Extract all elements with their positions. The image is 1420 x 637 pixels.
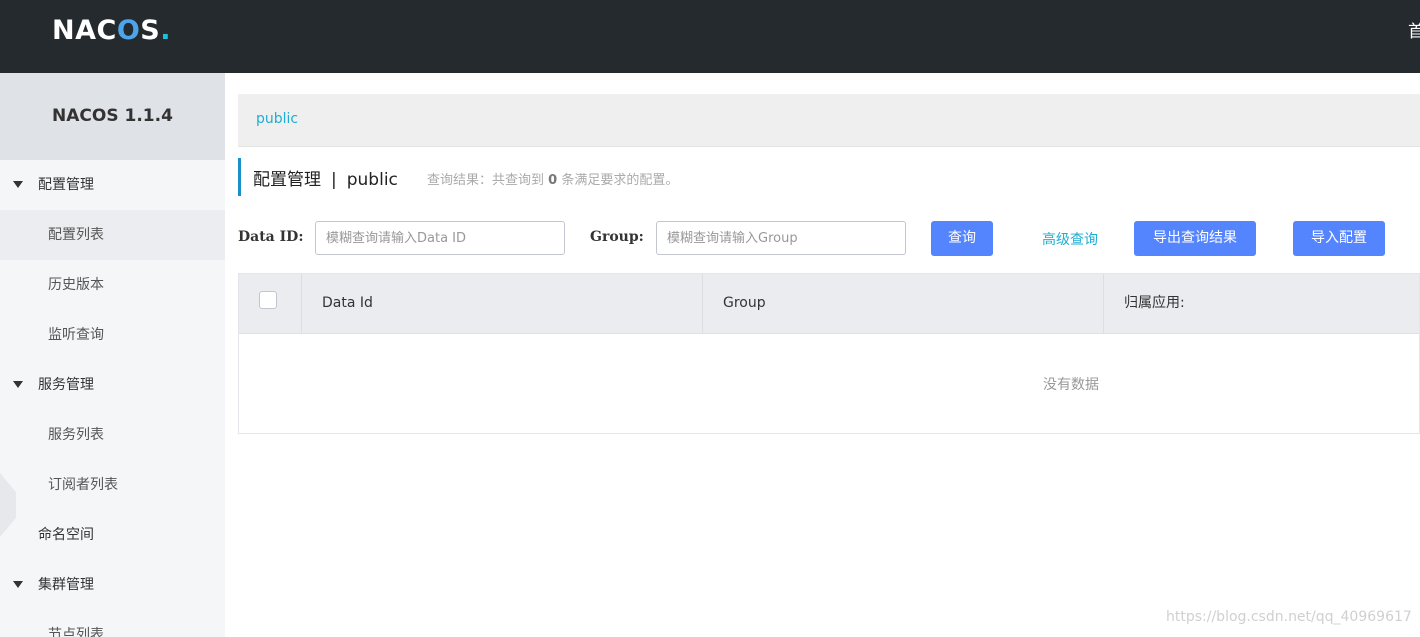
sidebar-item-service-list[interactable]: 服务列表	[0, 410, 225, 460]
caret-down-icon	[13, 381, 23, 388]
page-title-row: 配置管理 | public 查询结果：共查询到 0 条满足要求的配置。	[238, 158, 1420, 196]
sidebar-item-config-list[interactable]: 配置列表	[0, 210, 225, 260]
table-header: Data Id Group 归属应用:	[239, 274, 1419, 334]
select-all-cell	[239, 274, 302, 333]
menu-group-service[interactable]: 服务管理	[0, 360, 225, 410]
sidebar-item-history[interactable]: 历史版本	[0, 260, 225, 310]
sidebar-item-namespace[interactable]: 命名空间	[0, 510, 225, 560]
config-table: Data Id Group 归属应用: 没有数据	[238, 273, 1420, 434]
menu-group-label: 集群管理	[38, 577, 94, 593]
sidebar: NACOS 1.1.4 配置管理 配置列表 历史版本 监听查询 服务管理 服务列…	[0, 73, 225, 637]
logo-text-na: NA	[52, 15, 97, 46]
result-suffix: 条满足要求的配置。	[561, 173, 679, 188]
empty-text: 没有数据	[1043, 377, 1099, 393]
search-form: Data ID: Group: 查询 高级查询 导出查询结果 导入配置	[238, 221, 1420, 256]
menu-group-cluster[interactable]: 集群管理	[0, 560, 225, 610]
column-header-data-id: Data Id	[302, 274, 703, 333]
menu-group-label: 服务管理	[38, 377, 94, 393]
sidebar-item-subscriber-list[interactable]: 订阅者列表	[0, 460, 225, 510]
watermark: https://blog.csdn.net/qq_40969617	[1166, 609, 1412, 625]
import-button[interactable]: 导入配置	[1293, 221, 1385, 256]
export-button[interactable]: 导出查询结果	[1134, 221, 1256, 256]
namespace-bar: public	[238, 94, 1420, 147]
logo-text-c: C	[96, 15, 117, 46]
query-button[interactable]: 查询	[931, 221, 993, 256]
query-result-summary: 查询结果：共查询到 0 条满足要求的配置。	[427, 169, 678, 188]
version-title: NACOS 1.1.4	[0, 73, 225, 160]
result-count: 0	[548, 173, 558, 188]
namespace-link-public[interactable]: public	[256, 111, 298, 127]
top-nav-home[interactable]: 首	[1408, 20, 1420, 44]
page-title-text: 配置管理	[253, 170, 321, 190]
title-separator: |	[331, 170, 337, 190]
logo-dot: .	[160, 15, 171, 46]
page-title: 配置管理 | public	[253, 165, 398, 190]
nacos-logo[interactable]: NACOS.	[52, 14, 171, 48]
caret-down-icon	[13, 181, 23, 188]
menu-group-label: 配置管理	[38, 177, 94, 193]
page-title-namespace: public	[346, 170, 398, 190]
data-id-label: Data ID:	[238, 229, 304, 245]
caret-down-icon	[13, 581, 23, 588]
data-id-input[interactable]	[315, 221, 565, 255]
column-header-group: Group	[703, 274, 1104, 333]
top-header: NACOS. 首	[0, 0, 1420, 73]
group-label: Group:	[590, 229, 644, 245]
group-input[interactable]	[656, 221, 906, 255]
sidebar-item-node-list[interactable]: 节点列表	[0, 610, 225, 637]
logo-text-s: S	[140, 15, 161, 46]
result-prefix: 查询结果：共查询到	[427, 173, 545, 188]
sidebar-item-listener-query[interactable]: 监听查询	[0, 310, 225, 360]
logo-text-o: O	[116, 15, 141, 46]
menu-group-config[interactable]: 配置管理	[0, 160, 225, 210]
advanced-query-link[interactable]: 高级查询	[1042, 229, 1098, 249]
select-all-checkbox[interactable]	[259, 291, 277, 309]
column-header-app: 归属应用:	[1124, 295, 1185, 311]
